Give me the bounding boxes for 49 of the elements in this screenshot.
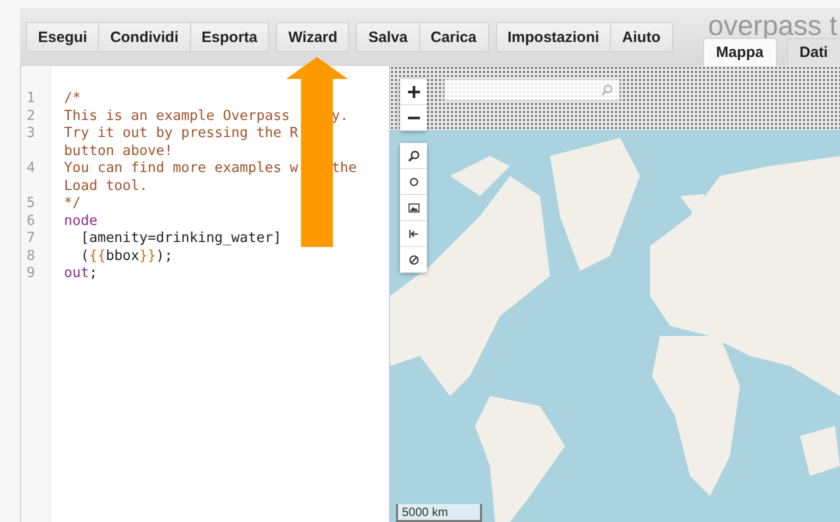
image-button[interactable]	[400, 195, 427, 221]
toolbar-button[interactable]: Impostazioni	[496, 22, 612, 52]
line-number: 2	[26, 108, 35, 125]
scale-bar: 5000 km	[396, 504, 482, 522]
view-tab[interactable]: Mappa	[703, 38, 777, 66]
code-line: Try it out by pressing the R	[64, 125, 298, 141]
toolbar-button[interactable]: Wizard	[276, 22, 350, 52]
search-icon	[408, 150, 420, 162]
code-line: [amenity=drinking_water]	[80, 230, 282, 246]
code-line: This is an example Overpass	[64, 108, 290, 124]
image-icon	[408, 202, 420, 214]
code-line: */	[64, 195, 81, 211]
zoom-out-button[interactable]	[400, 105, 427, 131]
line-number: 8	[26, 248, 35, 265]
search-button[interactable]	[400, 143, 427, 169]
view-tab[interactable]: Dati	[786, 38, 840, 66]
line-number: 7	[26, 230, 35, 248]
line-number: 3	[26, 125, 35, 142]
line-number: 5	[26, 195, 35, 212]
toolbar-button[interactable]: Salva	[356, 22, 420, 52]
code-line: out;	[64, 265, 98, 281]
code-line: node	[64, 212, 98, 228]
code-text: the	[332, 160, 357, 176]
code-line: /*	[64, 90, 81, 106]
toolbar-button[interactable]: Esporta	[190, 22, 270, 52]
toolbar-button[interactable]: Aiuto	[610, 22, 672, 52]
code-line: ({{bbox}});	[80, 248, 173, 264]
toolbar-button[interactable]: Esegui	[26, 22, 100, 52]
arrow-left-bar-icon	[408, 228, 420, 240]
clear-button[interactable]	[400, 247, 427, 273]
code-text: y.	[332, 108, 348, 124]
line-number: 6	[26, 212, 35, 230]
line-number: 1	[26, 90, 35, 108]
code-line: You can find more examples w	[64, 160, 298, 176]
circle-icon	[408, 176, 420, 188]
line-number: 4	[26, 160, 35, 178]
toolbar-button[interactable]: Condividi	[98, 22, 191, 52]
search-icon	[601, 84, 613, 96]
collapse-button[interactable]	[400, 221, 427, 247]
toolbar-button[interactable]: Carica	[418, 22, 488, 52]
plus-icon	[406, 84, 420, 98]
prohibited-icon	[408, 254, 420, 266]
code-line: button above!	[64, 142, 173, 158]
code-line: Load tool.	[64, 178, 148, 194]
code-editor[interactable]: 1 /* 2 This is an example Overpass y. 3 Try it out by pressing the R button above! 4 You can find more examples w the Load tool. 5 */ 6 node 7 [amenity=drinking_water] 8 ({{bbox}}); 9 out;	[20, 66, 390, 522]
circle-button[interactable]	[400, 169, 427, 195]
search-field[interactable]	[444, 79, 620, 101]
zoom-in-button[interactable]	[400, 79, 427, 105]
line-number: 9	[26, 265, 35, 282]
